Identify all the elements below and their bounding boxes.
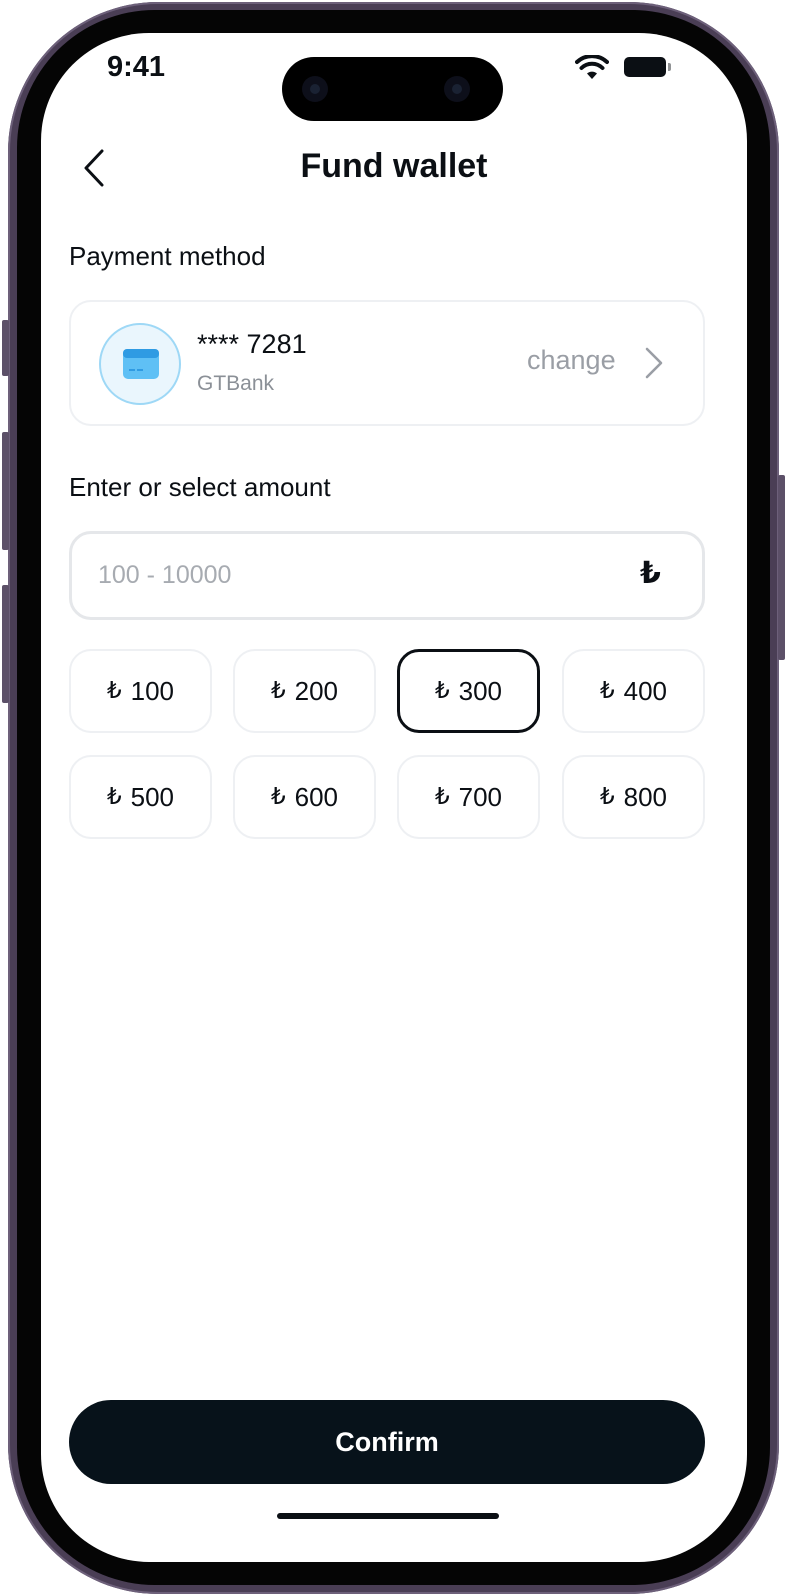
- lira-icon: ₺: [434, 678, 450, 704]
- amount-label: Enter or select amount: [69, 472, 331, 502]
- preset-value: 200: [294, 675, 339, 706]
- side-button-action: [2, 320, 9, 376]
- preset-value: 800: [623, 781, 668, 812]
- wifi-icon: [575, 55, 609, 79]
- payment-method-label: Payment method: [69, 241, 266, 271]
- change-payment-link[interactable]: change: [527, 345, 616, 376]
- preset-chip-600[interactable]: ₺ 600: [233, 755, 376, 839]
- side-button-power: [778, 475, 785, 660]
- preset-value: 500: [130, 781, 175, 812]
- home-indicator: [277, 1513, 499, 1519]
- card-number: **** 7281: [197, 329, 307, 359]
- lira-icon: ₺: [599, 678, 615, 704]
- preset-chip-300[interactable]: ₺ 300: [397, 649, 540, 733]
- preset-chip-800[interactable]: ₺ 800: [562, 755, 705, 839]
- side-button-volume-down: [2, 585, 9, 703]
- dynamic-island: [282, 57, 503, 121]
- camera-icon: [302, 76, 328, 102]
- side-button-volume-up: [2, 432, 9, 550]
- preset-value: 300: [458, 675, 503, 706]
- sensor-icon: [444, 76, 470, 102]
- preset-value: 400: [623, 675, 668, 706]
- page-title: Fund wallet: [300, 147, 488, 185]
- chevron-right-icon[interactable]: [644, 346, 664, 380]
- bank-name: GTBank: [197, 372, 275, 395]
- preset-chip-500[interactable]: ₺ 500: [69, 755, 212, 839]
- lira-icon: ₺: [599, 784, 615, 810]
- card-badge: [99, 323, 181, 405]
- preset-chip-700[interactable]: ₺ 700: [397, 755, 540, 839]
- lira-icon: ₺: [106, 678, 122, 704]
- lira-icon: ₺: [270, 784, 286, 810]
- preset-chip-100[interactable]: ₺ 100: [69, 649, 212, 733]
- preset-value: 700: [458, 781, 503, 812]
- amount-input[interactable]: [98, 534, 618, 617]
- lira-icon: ₺: [106, 784, 122, 810]
- preset-value: 600: [294, 781, 339, 812]
- battery-icon: [624, 57, 671, 77]
- preset-chip-200[interactable]: ₺ 200: [233, 649, 376, 733]
- preset-chip-400[interactable]: ₺ 400: [562, 649, 705, 733]
- status-time: 9:41: [107, 51, 166, 83]
- lira-currency-icon: ₺: [640, 556, 661, 591]
- payment-method-card[interactable]: **** 7281 GTBank change: [69, 300, 705, 426]
- amount-field[interactable]: ₺: [69, 531, 705, 620]
- credit-card-icon: [123, 349, 159, 379]
- app-screen: 9:41 Fund wallet Payment method **** 728…: [41, 33, 747, 1562]
- lira-icon: ₺: [270, 678, 286, 704]
- preset-value: 100: [130, 675, 175, 706]
- confirm-button[interactable]: Confirm: [69, 1400, 705, 1484]
- lira-icon: ₺: [434, 784, 450, 810]
